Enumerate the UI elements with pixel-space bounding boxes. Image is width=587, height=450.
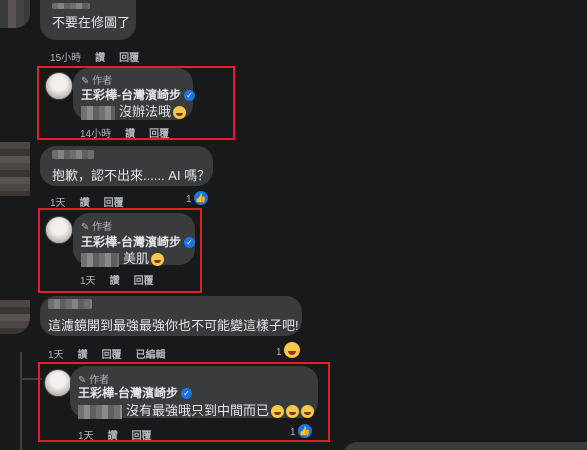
highlight-box (37, 66, 235, 140)
commenter-avatar[interactable] (0, 142, 30, 196)
comment-bubble: 不要在修圖了 (40, 0, 136, 40)
comment-bubble: 這濾鏡開到最強最強你也不可能變這樣子吧! (40, 296, 302, 336)
comment-text: 抱歉，認不出來...... AI 嗎？ (52, 168, 211, 183)
comment-thread: 不要在修圖了 15小時讚回覆 ✎ 作者 王彩樺-台灣濱崎步 ✓ 沒辦法哦 14小時… (0, 0, 587, 450)
like-reaction-icon[interactable]: 👍 (194, 191, 208, 205)
commenter-avatar[interactable] (0, 300, 30, 334)
reaction-count[interactable]: 1 (186, 194, 192, 205)
reply-button[interactable]: 回覆 (102, 350, 122, 361)
comment-text: 這濾鏡開到最強最強你也不可能變這樣子吧! (48, 318, 299, 333)
haha-reaction-icon[interactable] (284, 342, 300, 358)
blurred-commenter-name (52, 150, 94, 159)
comment-actions: 1天讚回覆 (50, 194, 138, 209)
highlight-box (38, 362, 330, 442)
blurred-commenter-name (52, 3, 90, 9)
highlight-box (38, 208, 202, 293)
commenter-avatar[interactable] (0, 0, 30, 28)
edited-label: 已編輯 (135, 350, 166, 361)
like-button[interactable]: 讚 (78, 350, 88, 361)
thread-connector (20, 352, 22, 450)
comment-timestamp[interactable]: 15小時 (50, 53, 81, 64)
reply-button[interactable]: 回覆 (119, 53, 139, 64)
comment-text: 不要在修圖了 (52, 15, 131, 30)
comment-actions: 1天 讚 回覆 已編輯 (48, 346, 180, 361)
comment-bubble: 抱歉，認不出來...... AI 嗎？ (40, 146, 213, 186)
reaction-count[interactable]: 1 (276, 347, 282, 358)
blurred-commenter-name (48, 299, 92, 309)
comment-timestamp[interactable]: 1天 (48, 350, 64, 361)
comment-actions: 15小時 讚 回覆 (50, 49, 153, 64)
like-button[interactable]: 讚 (95, 53, 105, 64)
next-comment-bubble (342, 442, 587, 450)
